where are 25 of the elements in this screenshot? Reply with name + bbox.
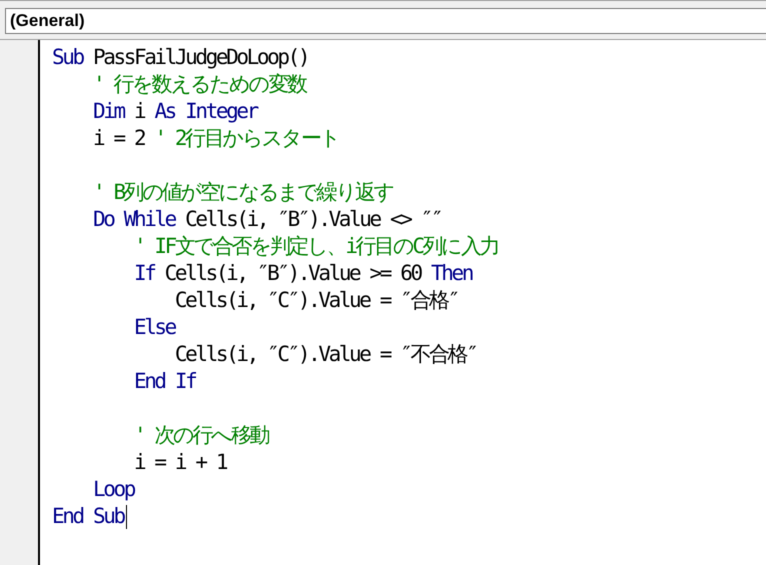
code-text: PassFailJudgeDoLoop()	[92, 44, 308, 71]
code-comment: ' B列の値が空になるまで繰り返す	[92, 179, 394, 206]
code-keyword: Then	[431, 260, 472, 287]
code-text: i = 2	[92, 125, 146, 152]
code-comment: ' 行を数えるための変数	[92, 71, 306, 98]
code-keyword: Else	[132, 314, 175, 341]
code-text: i	[132, 98, 146, 125]
code-keyword: Sub	[52, 44, 83, 71]
code-comment: ' IF文で合否を判定し、i行目のC列に入力	[132, 233, 498, 260]
code-keyword: Do While	[92, 206, 175, 233]
code-text: Cells(i, ″B″).Value <> ″″	[184, 206, 442, 233]
code-keyword: Loop	[92, 476, 134, 503]
code-text: Cells(i, ″C″).Value = ″合格″	[174, 287, 458, 314]
code-keyword: Dim	[92, 98, 124, 125]
code-keyword: End If	[132, 368, 196, 395]
code-comment: ' 次の行へ移動	[132, 422, 268, 449]
text-cursor	[126, 504, 127, 528]
code-text: i = i + 1	[132, 449, 226, 476]
code-comment: ' 2行目からスタート	[154, 125, 339, 152]
code-text: Cells(i, ″C″).Value = ″不合格″	[174, 341, 477, 368]
code-keyword: As Integer	[154, 98, 257, 125]
code-keyword: End Sub	[52, 503, 124, 530]
code-keyword: If	[132, 260, 154, 287]
object-dropdown[interactable]: (General)	[5, 8, 766, 34]
code-text: Cells(i, ″B″).Value >= 60	[164, 260, 422, 287]
